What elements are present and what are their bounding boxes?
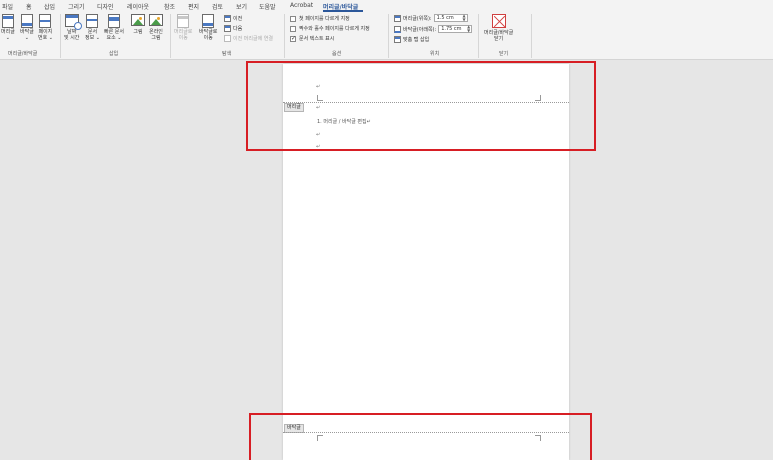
previous-button[interactable]: 이전 <box>224 15 242 22</box>
quick-parts-button[interactable]: 빠른 문서 요소 ⌄ <box>104 14 124 41</box>
tab-mailings[interactable]: 편지 <box>188 2 199 11</box>
group-label-insert: 삽입 <box>109 51 119 57</box>
quick-parts-label-2: 요소 ⌄ <box>106 35 122 41</box>
tab-references[interactable]: 참조 <box>164 2 175 11</box>
next-label: 다음 <box>233 26 243 32</box>
footer-button[interactable]: 바닥글 ⌄ <box>20 14 34 41</box>
online-picture-icon <box>149 14 163 26</box>
goto-footer-icon <box>202 14 215 28</box>
group-divider <box>60 14 61 58</box>
group-label-close: 닫기 <box>499 51 509 57</box>
checkbox-box-checked <box>290 35 296 42</box>
link-to-previous-button[interactable]: 이전 머리글에 연결 <box>224 35 273 42</box>
document-info-icon <box>86 14 99 28</box>
tab-design[interactable]: 디자인 <box>97 2 114 11</box>
tab-review[interactable]: 검토 <box>212 2 223 11</box>
spin-arrows-icon[interactable]: ▲ ▼ <box>467 25 470 33</box>
footer-icon <box>20 14 33 28</box>
checkbox-box <box>290 25 296 32</box>
group-divider <box>284 14 285 58</box>
spin-arrows-icon[interactable]: ▲ ▼ <box>463 14 466 22</box>
page-number-button[interactable]: 페이지 번호 ⌄ <box>38 14 53 41</box>
tab-view[interactable]: 보기 <box>236 2 247 11</box>
tab-acrobat[interactable]: Acrobat <box>290 2 313 9</box>
link-to-previous-label: 이전 머리글에 연결 <box>233 36 273 42</box>
group-divider <box>170 14 171 58</box>
footer-position-icon <box>394 25 401 33</box>
next-button[interactable]: 다음 <box>224 25 242 32</box>
header-top-input[interactable]: 1.5 cm ▲ ▼ <box>433 14 468 22</box>
doc-info-label-2: 정보 ⌄ <box>85 35 100 41</box>
previous-icon <box>224 15 231 22</box>
header-button[interactable]: 머리글 ⌄ <box>1 14 15 41</box>
footer-highlight-box <box>249 413 592 460</box>
group-divider <box>388 14 389 58</box>
group-label-options: 옵션 <box>332 51 342 57</box>
close-header-footer-button[interactable]: 머리글/바닥글 닫기 <box>484 14 513 42</box>
goto-footer-label-2: 이동 <box>203 35 213 41</box>
online-picture-label-2: 그림 <box>151 35 161 41</box>
footer-button-arrow: ⌄ <box>24 35 29 41</box>
goto-footer-button[interactable]: 바닥글로 이동 <box>199 14 217 41</box>
show-document-text-label: 문서 텍스트 표시 <box>299 36 335 42</box>
header-icon <box>1 14 14 28</box>
date-time-label-2: 및 시간 <box>64 35 80 41</box>
header-top-position: 머리글(위쪽): 1.5 cm ▲ ▼ <box>394 14 468 22</box>
alignment-tab-icon <box>394 36 401 43</box>
link-icon <box>224 35 231 42</box>
group-label-header-footer: 머리글/바닥글 <box>8 51 38 57</box>
insert-alignment-tab-button[interactable]: 맞춤 탭 삽입 <box>394 36 429 43</box>
footer-bottom-label: 바닥글(아래쪽): <box>403 26 437 33</box>
tab-file[interactable]: 파일 <box>2 2 13 11</box>
ribbon-tabs: 파일 홈 삽입 그리기 디자인 레이아웃 참조 편지 검토 보기 도움말 Acr… <box>0 0 773 12</box>
goto-header-icon <box>177 14 190 28</box>
group-divider <box>478 14 479 58</box>
tab-insert[interactable]: 삽입 <box>44 2 55 11</box>
different-first-page-label: 첫 페이지를 다르게 지정 <box>299 16 350 22</box>
tab-home[interactable]: 홈 <box>26 2 32 11</box>
insert-alignment-tab-label: 맞춤 탭 삽입 <box>403 37 430 43</box>
quick-parts-icon <box>108 14 120 28</box>
date-time-button[interactable]: 날짜 및 시간 <box>64 14 82 41</box>
tab-help[interactable]: 도움말 <box>259 2 276 11</box>
footer-bottom-input[interactable]: 1.75 cm ▲ ▼ <box>438 25 473 33</box>
online-picture-button[interactable]: 온라인 그림 <box>149 14 163 41</box>
footer-bottom-value: 1.75 cm <box>441 26 462 32</box>
calendar-clock-icon <box>64 14 82 30</box>
footer-bottom-position: 바닥글(아래쪽): 1.75 cm ▲ ▼ <box>394 25 473 33</box>
goto-header-label-2: 이동 <box>178 35 188 41</box>
picture-button[interactable]: 그림 <box>131 14 145 35</box>
tab-layout[interactable]: 레이아웃 <box>127 2 149 11</box>
ribbon: 머리글 ⌄ 바닥글 ⌄ 페이지 번호 ⌄ 머리글/바닥글 날짜 및 시간 문서 … <box>0 12 773 60</box>
page-number-icon <box>39 14 52 28</box>
doc-info-button[interactable]: 문서 정보 ⌄ <box>85 14 100 41</box>
header-top-value: 1.5 cm <box>436 15 454 21</box>
tab-draw[interactable]: 그리기 <box>68 2 85 11</box>
close-icon <box>491 14 506 28</box>
picture-icon <box>131 14 145 26</box>
header-highlight-box <box>246 61 596 151</box>
checkbox-box <box>290 15 296 22</box>
next-icon <box>224 25 231 32</box>
group-divider <box>531 14 532 58</box>
header-button-arrow: ⌄ <box>5 35 10 41</box>
group-label-navigation: 탐색 <box>222 51 232 57</box>
previous-label: 이전 <box>233 16 243 22</box>
goto-header-button[interactable]: 머리글로 이동 <box>174 14 192 41</box>
picture-label: 그림 <box>133 29 143 35</box>
different-first-page-checkbox[interactable]: 첫 페이지를 다르게 지정 <box>290 15 350 22</box>
close-header-footer-label-2: 닫기 <box>494 36 504 42</box>
different-odd-even-checkbox[interactable]: 짝수와 홀수 페이지를 다르게 지정 <box>290 25 370 32</box>
group-label-position: 위치 <box>430 51 440 57</box>
different-odd-even-label: 짝수와 홀수 페이지를 다르게 지정 <box>299 26 370 32</box>
header-top-label: 머리글(위쪽): <box>403 15 432 22</box>
page-number-label-2: 번호 ⌄ <box>38 35 53 41</box>
header-position-icon <box>394 14 401 22</box>
show-document-text-checkbox[interactable]: 문서 텍스트 표시 <box>290 35 334 42</box>
